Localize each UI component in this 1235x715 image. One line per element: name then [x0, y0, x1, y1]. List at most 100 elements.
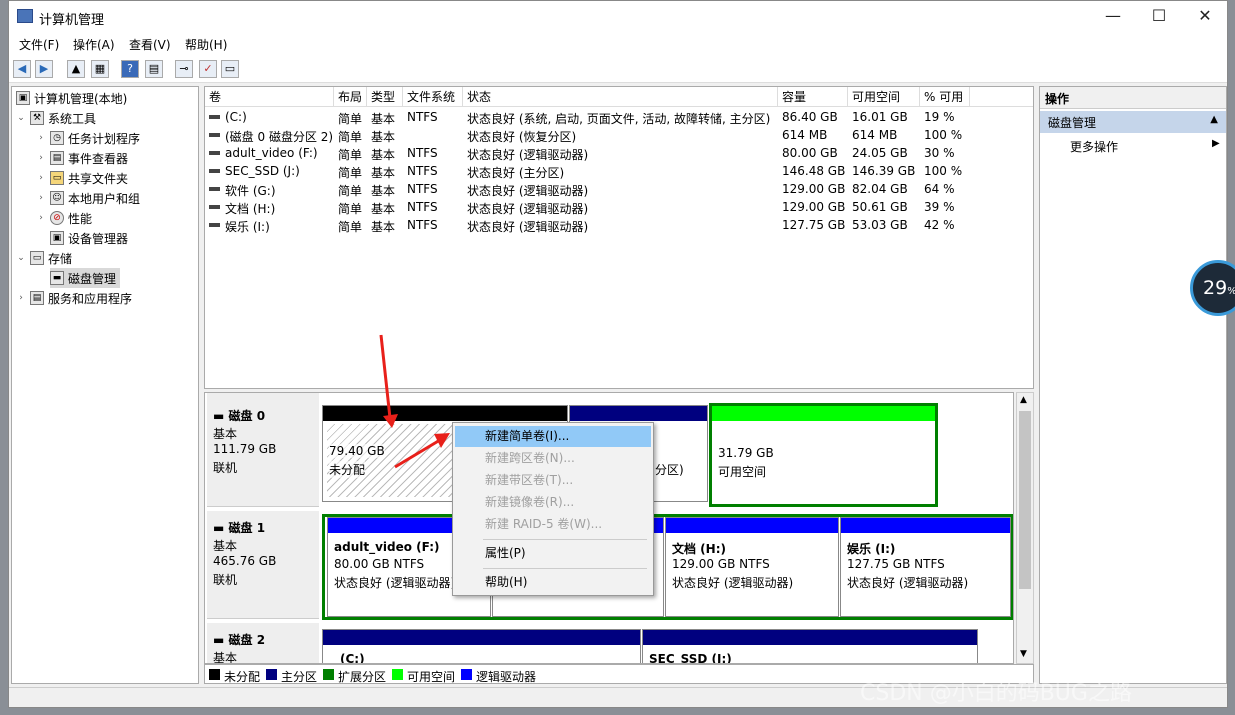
connect-icon[interactable]: ⊸	[175, 60, 193, 78]
tree-item-task-scheduler[interactable]: › ◷ 任务计划程序	[36, 128, 140, 148]
menu-new-simple-volume[interactable]: 新建简单卷(I)...	[455, 426, 651, 447]
partition-h-status: 状态良好 (逻辑驱动器)	[672, 576, 794, 590]
scroll-down-icon[interactable]: ▼	[1020, 649, 1027, 659]
up-folder-icon[interactable]: ▲	[67, 60, 85, 78]
show-hide-tree-icon[interactable]: ▦	[91, 60, 109, 78]
menu-help[interactable]: 帮助(H)	[185, 36, 227, 53]
tree-item-performance[interactable]: › ⊘ 性能	[36, 208, 92, 228]
volume-cell: 129.00 GB	[782, 182, 846, 196]
col-percent-free[interactable]: % 可用	[920, 87, 970, 107]
volume-cell: 状态良好 (系统, 启动, 页面文件, 活动, 故障转储, 主分区)	[467, 112, 771, 126]
volume-cell: 状态良好 (恢复分区)	[467, 130, 577, 144]
tree-item-local-users[interactable]: › ☺ 本地用户和组	[36, 188, 140, 208]
unallocated-bar	[323, 406, 567, 421]
tree-item-device-manager[interactable]: ▣ 设备管理器	[50, 228, 128, 248]
help-icon[interactable]: ?	[121, 60, 139, 78]
partition-i[interactable]: 娱乐 (I:) 127.75 GB NTFS 状态良好 (逻辑驱动器)	[840, 517, 1011, 617]
logical-bar	[666, 518, 838, 533]
col-capacity[interactable]: 容量	[778, 87, 848, 107]
volume-row[interactable]: SEC_SSD (J:) 简单 基本 NTFS 状态良好 (主分区) 146.48 GB 1…	[205, 162, 1033, 180]
volume-cell: adult_video (F:)	[225, 146, 318, 160]
check-icon[interactable]: ✓	[199, 60, 217, 78]
volume-cell: 软件 (G:)	[225, 184, 276, 198]
col-type[interactable]: 类型	[367, 87, 403, 107]
partition-j[interactable]: SEC_SSD (J:)	[642, 629, 978, 663]
properties-icon[interactable]: ▭	[221, 60, 239, 78]
tree-item-services-apps[interactable]: › ▤ 服务和应用程序	[16, 288, 132, 308]
disk2-name: ▬ 磁盘 2	[213, 633, 266, 647]
storage-icon: ▭	[30, 251, 44, 265]
volume-cell: 127.75 GB	[782, 218, 846, 232]
legend-swatch-logical	[461, 669, 472, 680]
back-icon[interactable]: ◀	[13, 60, 31, 78]
forward-icon[interactable]: ▶	[35, 60, 53, 78]
scroll-thumb[interactable]	[1019, 411, 1031, 589]
tree-item-storage[interactable]: ⌄ ▭ 存储	[16, 248, 72, 268]
menu-properties[interactable]: 属性(P)	[455, 543, 651, 564]
col-status[interactable]: 状态	[463, 87, 778, 107]
partition-h[interactable]: 文档 (H:) 129.00 GB NTFS 状态良好 (逻辑驱动器)	[665, 517, 839, 617]
chevron-right-icon[interactable]: ›	[36, 173, 46, 183]
disk0-label[interactable]: ▬ 磁盘 0 基本 111.79 GB 联机	[207, 393, 319, 507]
chevron-right-icon[interactable]: ›	[36, 193, 46, 203]
actions-header: 操作	[1040, 87, 1226, 109]
menu-view[interactable]: 查看(V)	[129, 36, 171, 53]
partition-i-name: 娱乐 (I:)	[847, 542, 896, 556]
col-volume[interactable]: 卷	[205, 87, 334, 107]
close-button[interactable]: ✕	[1182, 1, 1228, 33]
chevron-down-icon[interactable]: ⌄	[16, 113, 26, 123]
free-space-partition[interactable]: 31.79 GB 可用空间	[709, 403, 938, 507]
chevron-right-icon[interactable]: ›	[16, 293, 26, 303]
volume-row[interactable]: 文档 (H:) 简单 基本 NTFS 状态良好 (逻辑驱动器) 129.00 GB 50.6…	[205, 198, 1033, 216]
tree-item-system-tools[interactable]: ⌄ ⚒ 系统工具	[16, 108, 96, 128]
menu-action[interactable]: 操作(A)	[73, 36, 115, 53]
volume-row[interactable]: adult_video (F:) 简单 基本 NTFS 状态良好 (逻辑驱动器) 80.0…	[205, 144, 1033, 162]
primary-bar	[570, 406, 707, 421]
disk1-label[interactable]: ▬ 磁盘 1 基本 465.76 GB 联机	[207, 511, 319, 619]
more-actions[interactable]: 更多操作	[1070, 138, 1118, 155]
volume-row[interactable]: (磁盘 0 磁盘分区 2) 简单 基本 状态良好 (恢复分区) 614 MB 614 MB…	[205, 126, 1033, 144]
volume-cell: 基本	[371, 202, 396, 216]
menu-file[interactable]: 文件(F)	[19, 36, 59, 53]
volume-cell: 状态良好 (逻辑驱动器)	[467, 202, 589, 216]
col-filesystem[interactable]: 文件系统	[403, 87, 463, 107]
partition-c[interactable]: (C:)	[322, 629, 641, 663]
legend-logical: 逻辑驱动器	[476, 670, 537, 684]
tree-item-disk-management[interactable]: ▬ 磁盘管理	[50, 268, 121, 288]
tree-item-computer-management[interactable]: ▣ 计算机管理(本地)	[16, 88, 127, 108]
volume-icon	[209, 151, 220, 155]
volume-cell: NTFS	[407, 218, 438, 232]
maximize-button[interactable]: ☐	[1136, 1, 1182, 33]
chevron-down-icon[interactable]: ⌄	[16, 253, 26, 263]
chevron-right-icon[interactable]: ›	[36, 213, 46, 223]
tree-item-event-viewer[interactable]: › ▤ 事件查看器	[36, 148, 128, 168]
col-free[interactable]: 可用空间	[848, 87, 920, 107]
context-menu: 新建简单卷(I)... 新建跨区卷(N)... 新建带区卷(T)... 新建镜像…	[452, 422, 654, 596]
volume-cell: 状态良好 (逻辑驱动器)	[467, 184, 589, 198]
disk1-type: 基本	[213, 539, 238, 553]
disk1-status: 联机	[213, 573, 238, 587]
disk-view-scrollbar[interactable]: ▲ ▼	[1016, 392, 1034, 664]
actions-section-disk-management[interactable]: 磁盘管理 ▲	[1040, 111, 1226, 133]
chevron-right-icon[interactable]: ›	[36, 153, 46, 163]
col-layout[interactable]: 布局	[334, 87, 367, 107]
partition-f-status: 状态良好 (逻辑驱动器)	[334, 576, 456, 590]
menu-new-spanned-volume: 新建跨区卷(N)...	[485, 451, 575, 465]
chevron-right-icon[interactable]: ›	[36, 133, 46, 143]
minimize-button[interactable]: —	[1090, 1, 1136, 33]
tree-item-shared-folders[interactable]: › ▭ 共享文件夹	[36, 168, 128, 188]
volume-cell: 614 MB	[782, 128, 828, 142]
volume-cell: 129.00 GB	[782, 200, 846, 214]
window-title: 计算机管理	[39, 13, 105, 28]
disk2-label[interactable]: ▬ 磁盘 2 基本	[207, 623, 319, 663]
volume-cell: 50.61 GB	[852, 200, 908, 214]
collapse-icon[interactable]: ▲	[1210, 114, 1218, 125]
volume-cell: 16.01 GB	[852, 110, 908, 124]
volume-row[interactable]: 娱乐 (I:) 简单 基本 NTFS 状态良好 (逻辑驱动器) 127.75 GB 53.0…	[205, 216, 1033, 234]
scroll-up-icon[interactable]: ▲	[1020, 395, 1027, 405]
console-icon[interactable]: ▤	[145, 60, 163, 78]
volume-icon	[209, 187, 220, 191]
menu-help[interactable]: 帮助(H)	[455, 572, 651, 593]
volume-row[interactable]: 软件 (G:) 简单 基本 NTFS 状态良好 (逻辑驱动器) 129.00 GB 82.0…	[205, 180, 1033, 198]
volume-row[interactable]: (C:) 简单 基本 NTFS 状态良好 (系统, 启动, 页面文件, 活动, 故障转储…	[205, 108, 1033, 126]
